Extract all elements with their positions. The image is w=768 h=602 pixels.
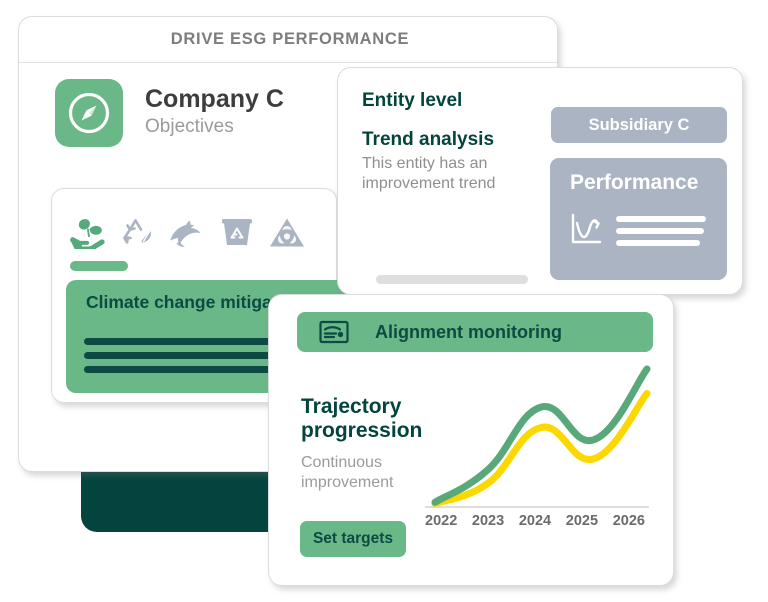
trajectory-title: Trajectory progression [301,395,423,443]
main-card-header: DRIVE ESG PERFORMANCE [19,17,557,63]
trajectory-chart-svg [425,365,651,508]
climate-detail-bar [84,366,286,373]
chart-year-label: 2025 [565,513,599,529]
dolphin-icon[interactable] [166,209,207,249]
alignment-monitoring-badge[interactable]: Alignment monitoring [297,312,653,352]
company-name: Company C [145,84,284,113]
chart-line-trajectory [431,365,651,506]
alignment-card: Alignment monitoring Trajectory progress… [268,294,674,586]
company-row: Company C Objectives [55,79,284,147]
esg-icon-row [66,209,307,249]
recycle-leaf-icon[interactable] [116,209,157,249]
trend-analysis-description: This entity has an improvement trend [362,155,496,193]
hand-plant-icon[interactable] [66,209,107,249]
page-title: DRIVE ESG PERFORMANCE [170,30,410,48]
chart-year-label: 2023 [471,513,505,529]
chart-year-label: 2024 [518,513,552,529]
entity-level-heading: Entity level [362,90,463,111]
performance-detail-bar [616,240,700,246]
active-indicator-pill [70,261,128,271]
trajectory-subtitle: Continuous improvement [301,454,394,492]
climate-detail-bar [84,352,272,359]
recycle-bin-icon[interactable] [216,209,257,249]
line-chart-icon [570,213,610,252]
diagram-canvas: DRIVE ESG PERFORMANCE Company C Objectiv… [0,0,768,602]
company-text: Company C Objectives [145,84,284,140]
alignment-monitoring-label: Alignment monitoring [375,321,562,342]
set-targets-button[interactable]: Set targets [300,521,406,557]
entity-card: Entity level Trend analysis This entity … [337,67,743,327]
entity-placeholder-bar [376,275,528,284]
trajectory-chart: 2022 2023 2024 2025 2026 [421,357,661,551]
performance-label: Performance [570,171,699,194]
certificate-icon [319,320,349,344]
subsidiary-chip[interactable]: Subsidiary C [551,107,727,143]
subsidiary-chip-label: Subsidiary C [588,115,690,134]
performance-panel[interactable]: Performance [550,158,727,280]
company-logo [55,79,123,147]
climate-detail-bar [84,338,284,345]
chart-year-labels: 2022 2023 2024 2025 2026 [421,513,649,529]
performance-detail-bar [616,228,704,234]
biohazard-icon[interactable] [266,209,307,249]
chart-year-label: 2026 [612,513,645,529]
compass-icon [68,92,110,134]
company-subtitle: Objectives [145,116,234,138]
performance-detail-bar [616,216,706,222]
trend-analysis-heading: Trend analysis [362,129,495,150]
chart-year-label: 2022 [425,513,458,529]
